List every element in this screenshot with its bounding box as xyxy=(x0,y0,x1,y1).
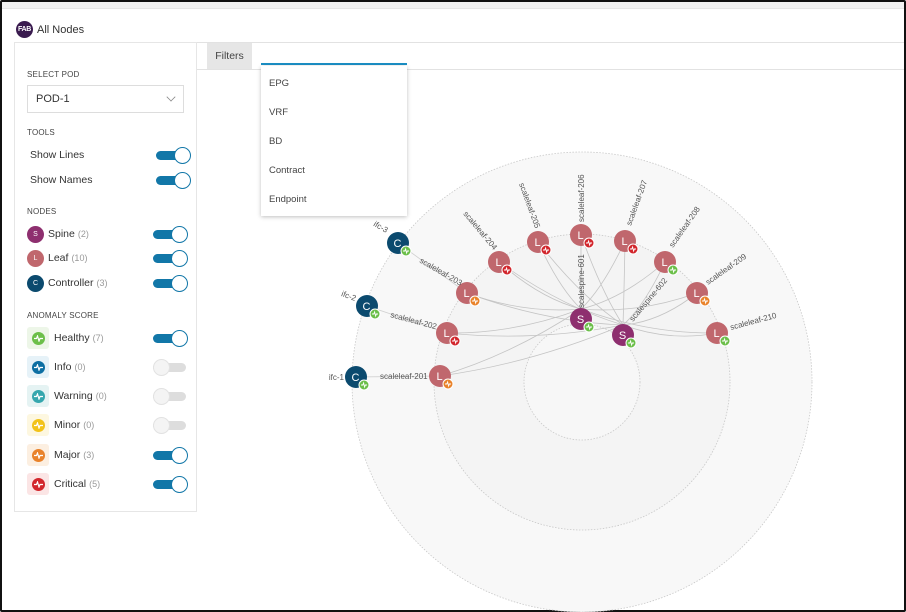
filter-option-vrf[interactable]: VRF xyxy=(261,98,407,127)
anomaly-count: (0) xyxy=(95,391,107,401)
anomaly-label: Info xyxy=(54,361,72,373)
anomaly-label: Major xyxy=(54,449,81,461)
filter-option-contract[interactable]: Contract xyxy=(261,156,407,185)
leaf-letter: L xyxy=(495,257,501,269)
anomaly-filter-healthy: Healthy (7) xyxy=(27,327,188,349)
anomaly-score-heading: ANOMALY SCORE xyxy=(27,311,99,320)
leaf-letter: L xyxy=(534,237,540,249)
anomaly-label: Healthy xyxy=(54,332,90,344)
anomaly-filter-major: Major (3) xyxy=(27,444,188,466)
leaf-name-label: scaleleaf-201 xyxy=(380,372,428,381)
chevron-down-icon xyxy=(166,92,176,102)
pod-select[interactable]: POD-1 xyxy=(27,85,184,113)
node-label: Controller xyxy=(48,277,94,289)
anomaly-count: (3) xyxy=(83,450,95,460)
filter-option-endpoint[interactable]: Endpoint xyxy=(261,185,407,214)
minor-icon xyxy=(27,414,49,436)
filters-button[interactable]: Filters xyxy=(207,43,252,69)
leaf-letter: L xyxy=(713,328,719,340)
spine-toggle[interactable] xyxy=(153,226,188,243)
critical-icon xyxy=(27,473,49,495)
node-filter-spine: S Spine (2) xyxy=(27,224,188,244)
controller-node[interactable]: Cifc-1 xyxy=(329,366,370,391)
pod-select-value: POD-1 xyxy=(36,93,70,105)
leaf-toggle[interactable] xyxy=(153,250,188,267)
warning-icon xyxy=(27,385,49,407)
controller-letter: C xyxy=(363,301,371,313)
tools-heading: TOOLS xyxy=(27,128,55,137)
spine-letter: S xyxy=(619,330,626,342)
show-lines-toggle[interactable] xyxy=(156,147,191,164)
healthy-icon xyxy=(27,327,49,349)
controller-name-label: ifc-1 xyxy=(329,373,345,382)
show-names-toggle[interactable] xyxy=(156,172,191,189)
select-pod-heading: SELECT POD xyxy=(27,70,80,79)
anomaly-count: (7) xyxy=(92,333,104,343)
filter-option-epg[interactable]: EPG xyxy=(261,69,407,98)
node-label: Leaf xyxy=(48,252,69,264)
critical-toggle[interactable] xyxy=(153,476,188,493)
node-count: (10) xyxy=(71,253,88,263)
anomaly-filter-info: Info (0) xyxy=(27,356,188,378)
controller-icon: C xyxy=(27,274,44,292)
healthy-toggle[interactable] xyxy=(153,330,188,347)
node-filter-leaf: L Leaf (10) xyxy=(27,248,188,268)
anomaly-label: Critical xyxy=(54,478,87,490)
leaf-letter: L xyxy=(661,257,667,269)
leaf-letter: L xyxy=(577,230,583,242)
anomaly-count: (0) xyxy=(83,420,95,430)
anomaly-count: (5) xyxy=(89,479,101,489)
tool-show-lines: Show Lines xyxy=(30,145,191,165)
tool-label: Show Lines xyxy=(30,149,85,161)
leaf-icon: L xyxy=(27,249,44,267)
leaf-letter: L xyxy=(463,288,469,300)
minor-toggle[interactable] xyxy=(153,417,188,434)
anomaly-filter-warning: Warning (0) xyxy=(27,385,188,407)
controller-letter: C xyxy=(352,372,360,384)
leaf-letter: L xyxy=(436,371,442,383)
controller-node[interactable]: Cifc-3 xyxy=(372,219,412,257)
tool-label: Show Names xyxy=(30,174,93,186)
spine-icon: S xyxy=(27,225,44,243)
anomaly-label: Minor xyxy=(54,419,81,431)
leaf-letter: L xyxy=(443,328,449,340)
anomaly-label: Warning xyxy=(54,390,93,402)
major-icon xyxy=(27,444,49,466)
leaf-name-label: scaleleaf-206 xyxy=(577,174,586,222)
info-icon xyxy=(27,356,49,378)
spine-name-label: scalespine-601 xyxy=(577,254,586,308)
leaf-letter: L xyxy=(693,288,699,300)
controller-letter: C xyxy=(394,238,402,250)
major-toggle[interactable] xyxy=(153,447,188,464)
warning-toggle[interactable] xyxy=(153,388,188,405)
controller-name-label: ifc-3 xyxy=(372,219,390,235)
node-filter-controller: C Controller (3) xyxy=(27,273,188,293)
node-count: (2) xyxy=(77,229,89,239)
filter-input[interactable] xyxy=(261,63,407,65)
filter-dropdown: EPG VRF BD Contract Endpoint xyxy=(261,66,407,216)
sidebar-panel: SELECT POD POD-1 TOOLS Show Lines Show N… xyxy=(14,42,197,512)
controller-toggle[interactable] xyxy=(153,275,188,292)
nodes-heading: NODES xyxy=(27,207,57,216)
node-label: Spine xyxy=(48,228,75,240)
info-toggle[interactable] xyxy=(153,359,188,376)
node-count: (3) xyxy=(96,278,108,288)
leaf-letter: L xyxy=(621,236,627,248)
filter-option-bd[interactable]: BD xyxy=(261,127,407,156)
spine-letter: S xyxy=(577,314,584,326)
anomaly-filter-minor: Minor (0) xyxy=(27,414,188,436)
anomaly-filter-critical: Critical (5) xyxy=(27,473,188,495)
tool-show-names: Show Names xyxy=(30,170,191,190)
anomaly-count: (0) xyxy=(74,362,86,372)
controller-name-label: ifc-2 xyxy=(340,289,358,303)
